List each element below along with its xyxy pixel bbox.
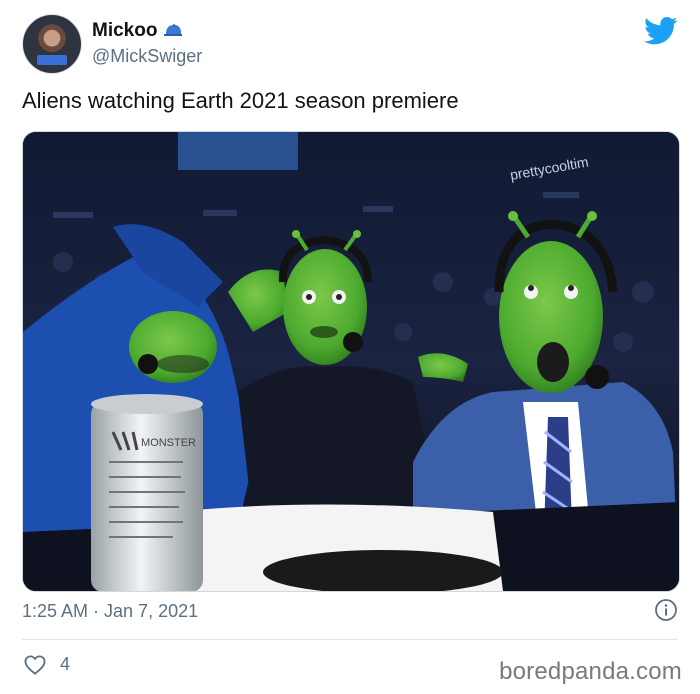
blue-cap-icon bbox=[164, 24, 183, 36]
info-icon[interactable] bbox=[654, 598, 678, 622]
avatar-badge bbox=[37, 55, 67, 65]
twitter-bird-icon[interactable] bbox=[644, 16, 678, 46]
tweet-text: Aliens watching Earth 2021 season premie… bbox=[22, 88, 459, 113]
display-name[interactable]: Mickoo bbox=[92, 20, 183, 42]
meme-photo: prettycooltim MONSTER bbox=[23, 132, 679, 591]
site-watermark: boredpanda.com bbox=[499, 658, 682, 685]
tweet-media-image[interactable]: prettycooltim MONSTER bbox=[22, 131, 680, 592]
tweet-meta-row: 1:25 AM · Jan 7, 2021 bbox=[22, 598, 678, 628]
tweet-timestamp[interactable]: 1:25 AM · Jan 7, 2021 bbox=[22, 601, 198, 622]
can-label: MONSTER bbox=[141, 437, 196, 449]
like-count: 4 bbox=[60, 654, 71, 674]
tweet-card: Mickoo @MickSwiger Aliens watching Earth… bbox=[0, 0, 700, 694]
display-name-text: Mickoo bbox=[92, 20, 158, 41]
avatar[interactable] bbox=[22, 14, 82, 74]
divider bbox=[22, 639, 678, 640]
heart-icon[interactable] bbox=[24, 655, 46, 675]
user-handle[interactable]: @MickSwiger bbox=[92, 46, 202, 67]
